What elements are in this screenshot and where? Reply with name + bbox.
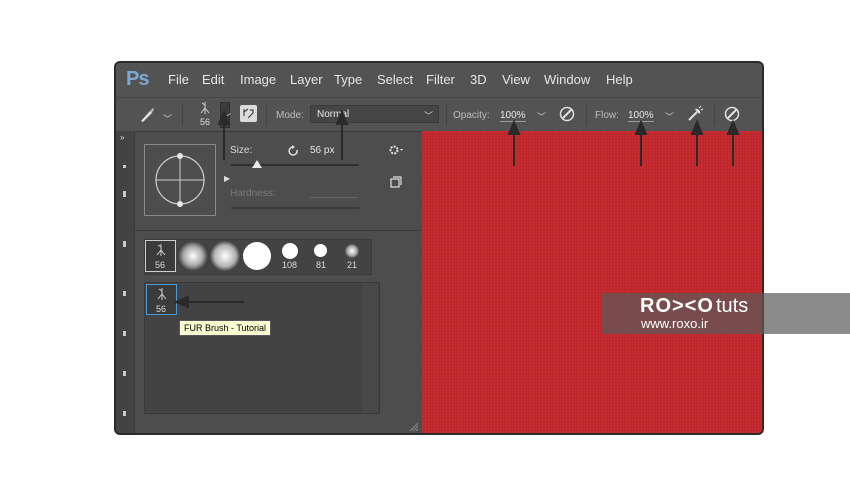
arrow-up-icon [217,109,231,125]
annotation-arrows [173,109,740,309]
arrow-up-icon [634,119,648,135]
watermark-suffix: tuts [716,295,749,317]
arrow-up-icon [726,119,740,135]
arrow-left-icon [173,295,189,309]
arrow-up-icon [335,109,349,125]
watermark-brand: RO><O [640,295,714,317]
watermark-url: www.roxo.ir [641,316,709,331]
arrow-up-icon [690,119,704,135]
arrow-up-icon [507,119,521,135]
